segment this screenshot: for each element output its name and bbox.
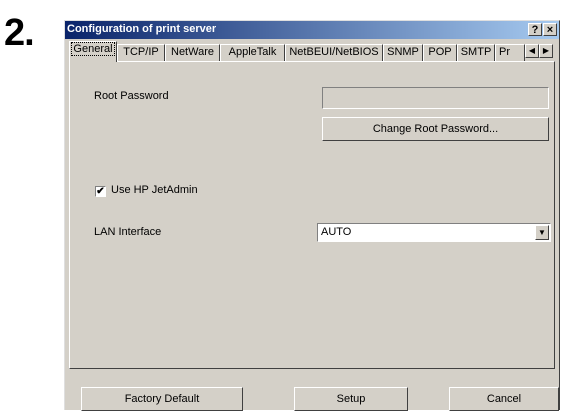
root-password-label: Root Password (94, 90, 169, 102)
tab-snmp[interactable]: SNMP (383, 44, 423, 61)
lan-interface-select[interactable]: AUTO ▼ (317, 223, 551, 242)
chevron-down-icon[interactable]: ▼ (535, 225, 549, 240)
step-number: 2. (4, 12, 35, 54)
change-root-password-button[interactable]: Change Root Password... (322, 117, 549, 141)
tab-pr[interactable]: Pr (495, 44, 525, 61)
window-title: Configuration of print server (67, 23, 217, 35)
tab-tcpip[interactable]: TCP/IP (117, 44, 165, 61)
lan-interface-value: AUTO (321, 226, 352, 238)
tab-general-label: General (71, 42, 115, 56)
general-tab-panel: Root Password Change Root Password... ✔ … (69, 61, 555, 369)
cancel-button[interactable]: Cancel (449, 387, 559, 411)
tab-smtp[interactable]: SMTP (457, 44, 495, 61)
root-password-field[interactable] (322, 87, 549, 109)
tab-general[interactable]: General (69, 41, 117, 62)
lan-interface-label: LAN Interface (94, 226, 162, 238)
print-server-config-dialog: Configuration of print server ? × Genera… (64, 20, 560, 411)
tab-netware[interactable]: NetWare (165, 44, 220, 61)
tab-appletalk[interactable]: AppleTalk (220, 44, 285, 61)
tab-scroll-left-icon[interactable]: ◀ (525, 44, 539, 58)
close-button[interactable]: × (543, 23, 557, 36)
setup-button[interactable]: Setup (294, 387, 408, 411)
tab-strip: General TCP/IP NetWare AppleTalk NetBEUI… (69, 41, 555, 62)
tab-netbeui-netbios[interactable]: NetBEUI/NetBIOS (285, 44, 383, 61)
tab-scroll-right-icon[interactable]: ▶ (539, 44, 553, 58)
use-jetadmin-checkbox[interactable]: ✔ (95, 186, 106, 197)
tab-pop[interactable]: POP (423, 44, 457, 61)
factory-default-button[interactable]: Factory Default (81, 387, 243, 411)
title-bar: Configuration of print server ? × (65, 21, 559, 39)
help-button[interactable]: ? (528, 23, 542, 36)
use-jetadmin-label: Use HP JetAdmin (111, 184, 198, 196)
